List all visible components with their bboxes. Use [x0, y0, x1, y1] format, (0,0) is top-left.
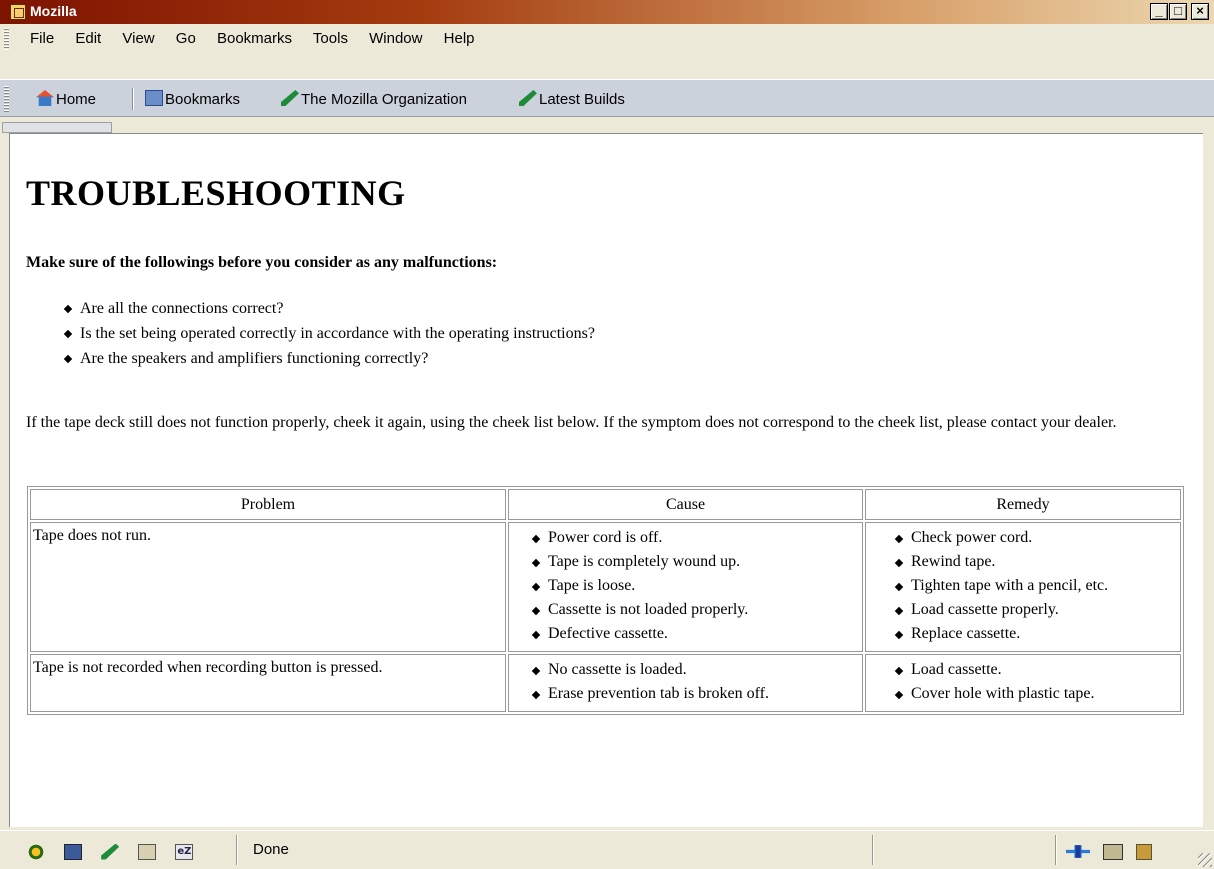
mozilla-logo-icon — [10, 4, 26, 20]
list-item: Load cassette properly. — [911, 598, 1179, 622]
menu-edit[interactable]: Edit — [75, 30, 101, 47]
latest-builds-link[interactable]: Latest Builds — [519, 90, 625, 108]
list-item: Defective cassette. — [548, 622, 861, 646]
menu-go[interactable]: Go — [176, 30, 196, 47]
title-bar[interactable]: Mozilla _ □ × — [0, 0, 1214, 24]
chat-icon[interactable]: eZ — [175, 843, 194, 860]
menu-view[interactable]: View — [122, 30, 154, 47]
minimize-button[interactable]: _ — [1150, 3, 1168, 20]
list-item: Erase prevention tab is broken off. — [548, 682, 861, 706]
problem-text: Tape is not recorded when recording butt… — [33, 659, 383, 676]
list-item: Tape is loose. — [548, 574, 861, 598]
mozilla-org-label: The Mozilla Organization — [301, 91, 467, 108]
browser-window: Mozilla _ □ × File Edit View Go Bookmark… — [0, 0, 1214, 869]
problem-text: Tape does not run. — [33, 527, 151, 544]
collapsed-toolbar-handle[interactable] — [2, 122, 112, 133]
home-icon — [36, 90, 54, 106]
composer-icon[interactable] — [101, 843, 120, 860]
list-item: No cassette is loaded. — [548, 658, 861, 682]
menu-window[interactable]: Window — [369, 30, 422, 47]
online-connection-icon[interactable] — [1066, 845, 1090, 858]
table-row: Tape is not recorded when recording butt… — [30, 654, 1181, 712]
header-cause: Cause — [508, 489, 863, 520]
cause-cell: No cassette is loaded. Erase prevention … — [508, 654, 863, 712]
header-problem: Problem — [30, 489, 506, 520]
instruction-paragraph: If the tape deck still does not function… — [26, 414, 1117, 431]
remedy-list: Check power cord. Rewind tape. Tighten t… — [867, 526, 1179, 646]
remedy-list: Load cassette. Cover hole with plastic t… — [867, 658, 1179, 706]
personal-toolbar: Home Bookmarks The Mozilla Organization … — [0, 79, 1214, 117]
status-divider — [236, 835, 238, 865]
checks-list: Are all the connections correct? Is the … — [10, 296, 595, 371]
menu-bookmarks[interactable]: Bookmarks — [217, 30, 292, 47]
menu-file[interactable]: File — [30, 30, 54, 47]
problem-cell: Tape does not run. — [30, 522, 506, 652]
status-bar: eZ Done — [0, 830, 1214, 869]
list-item: Rewind tape. — [911, 550, 1179, 574]
status-divider — [872, 835, 874, 865]
pen-link-icon — [281, 90, 299, 106]
menu-tools[interactable]: Tools — [313, 30, 348, 47]
mail-icon[interactable] — [64, 843, 83, 860]
component-bar: eZ — [27, 841, 207, 860]
table-row: Tape does not run. Power cord is off. Ta… — [30, 522, 1181, 652]
home-button[interactable]: Home — [36, 90, 96, 108]
intro-text: Make sure of the followings before you c… — [26, 254, 498, 271]
mozilla-org-link[interactable]: The Mozilla Organization — [281, 90, 467, 108]
remedy-cell: Load cassette. Cover hole with plastic t… — [865, 654, 1181, 712]
bookmarks-button[interactable]: Bookmarks — [145, 90, 240, 108]
troubleshooting-table: Problem Cause Remedy Tape does not run. … — [27, 486, 1184, 715]
page-heading: TROUBLESHOOTING — [26, 173, 406, 213]
window-title: Mozilla — [30, 3, 77, 19]
cookie-icon[interactable] — [1103, 843, 1124, 860]
menu-help[interactable]: Help — [444, 30, 475, 47]
pen-link-icon — [519, 90, 537, 106]
list-item: Replace cassette. — [911, 622, 1179, 646]
header-remedy: Remedy — [865, 489, 1181, 520]
status-divider — [1055, 835, 1057, 865]
security-lock-icon[interactable] — [1136, 843, 1153, 860]
table-header-row: Problem Cause Remedy — [30, 489, 1181, 520]
menu-bar: File Edit View Go Bookmarks Tools Window… — [0, 24, 1214, 117]
resize-grip[interactable] — [1198, 853, 1212, 867]
list-item: Power cord is off. — [548, 526, 861, 550]
close-button[interactable]: × — [1191, 3, 1209, 20]
navigator-icon[interactable] — [27, 843, 45, 860]
toolbar-grip-handle[interactable] — [4, 86, 9, 112]
cause-list: No cassette is loaded. Erase prevention … — [510, 658, 861, 706]
maximize-button[interactable]: □ — [1169, 3, 1187, 20]
remedy-cell: Check power cord. Rewind tape. Tighten t… — [865, 522, 1181, 652]
list-item: Tape is completely wound up. — [548, 550, 861, 574]
toolbar-separator — [132, 88, 134, 110]
list-item: Are all the connections correct? — [80, 296, 595, 321]
list-item: Tighten tape with a pencil, etc. — [911, 574, 1179, 598]
status-indicators — [1066, 841, 1160, 860]
problem-cell: Tape is not recorded when recording butt… — [30, 654, 506, 712]
list-item: Load cassette. — [911, 658, 1179, 682]
list-item: Cassette is not loaded properly. — [548, 598, 861, 622]
home-label: Home — [56, 91, 97, 108]
latest-builds-label: Latest Builds — [539, 91, 625, 108]
list-item: Cover hole with plastic tape. — [911, 682, 1179, 706]
list-item: Is the set being operated correctly in a… — [80, 321, 595, 346]
menu-grip-handle[interactable] — [4, 28, 9, 50]
address-book-icon[interactable] — [138, 843, 157, 860]
bookmarks-label: Bookmarks — [165, 91, 241, 108]
menu-items: File Edit View Go Bookmarks Tools Window… — [30, 30, 492, 47]
status-text: Done — [253, 841, 289, 858]
page-content: TROUBLESHOOTING Make sure of the followi… — [9, 133, 1203, 827]
cause-cell: Power cord is off. Tape is completely wo… — [508, 522, 863, 652]
cause-list: Power cord is off. Tape is completely wo… — [510, 526, 861, 646]
list-item: Check power cord. — [911, 526, 1179, 550]
bookmarks-folder-icon — [145, 90, 163, 106]
list-item: Are the speakers and amplifiers function… — [80, 346, 595, 371]
